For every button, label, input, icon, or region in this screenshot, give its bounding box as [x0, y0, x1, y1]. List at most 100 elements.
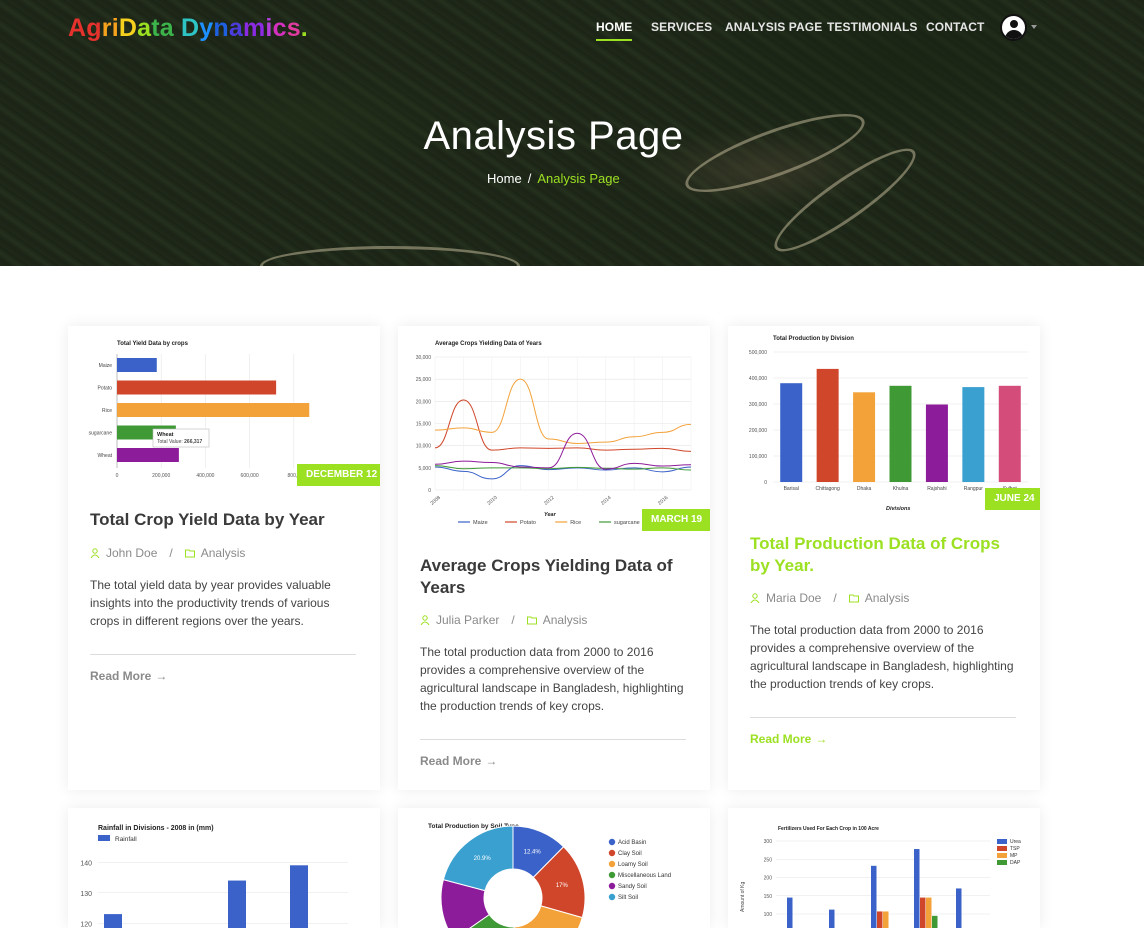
bar — [920, 897, 926, 928]
nav-contact[interactable]: CONTACT — [926, 20, 984, 34]
site-logo[interactable]: AgriData Dynamics. — [68, 14, 308, 43]
chevron-down-icon[interactable] — [1031, 25, 1037, 29]
nav-home[interactable]: HOME — [596, 20, 633, 41]
post-card: Total Production by Division 0 100,000 200… — [728, 326, 1040, 790]
read-more-link[interactable]: Read More → — [90, 669, 167, 683]
card-meta: John Doe / Analysis — [90, 546, 245, 560]
page-title: Analysis Page — [423, 114, 684, 158]
x-tick-label: Khulna — [893, 486, 909, 492]
y-tick-label: 5,000 — [418, 466, 431, 472]
folder-icon — [848, 594, 859, 603]
logo-letter: D — [118, 14, 138, 42]
card-meta: Maria Doe / Analysis — [750, 591, 909, 605]
bar — [816, 368, 839, 482]
x-tick-label: Chittagong — [816, 486, 840, 492]
legend-label: MP — [1010, 853, 1018, 859]
card-category[interactable]: Analysis — [543, 613, 588, 627]
card-description: The total production data from 2000 to 2… — [750, 623, 1014, 691]
breadcrumb-home[interactable]: Home — [487, 171, 522, 186]
legend-label: DAP — [1010, 860, 1021, 866]
boat-decor — [260, 246, 520, 266]
folder-icon — [526, 616, 537, 625]
card-author[interactable]: Maria Doe — [766, 591, 821, 605]
arrow-right-icon: → — [485, 754, 498, 768]
series-line — [434, 399, 692, 452]
divider — [750, 717, 1016, 718]
y-tick-label: 200 — [764, 876, 773, 882]
legend-label: Clay Soil — [618, 851, 642, 857]
card-description: The total yield data by year provides va… — [90, 578, 331, 628]
x-tick-label: 2008 — [429, 495, 442, 507]
legend-label: Acid Basin — [618, 840, 646, 846]
x-tick-label: 400,000 — [196, 473, 214, 479]
legend-swatch — [608, 838, 616, 846]
y-tick-label: 30,000 — [416, 355, 432, 361]
read-more-link[interactable]: Read More → — [420, 754, 497, 768]
bar — [889, 385, 912, 482]
logo-letter: a — [159, 14, 174, 42]
logo-letter: a — [228, 14, 243, 42]
card-category[interactable]: Analysis — [201, 546, 246, 560]
y-tick-label: 130 — [80, 891, 92, 898]
legend-label: sugarcane — [614, 520, 640, 526]
user-circle-icon[interactable] — [1000, 14, 1027, 41]
x-tick-label: 2016 — [657, 495, 670, 507]
x-tick-label: Barisal — [784, 486, 799, 492]
legend-swatch — [997, 839, 1007, 844]
y-tick-label: 25,000 — [416, 377, 432, 383]
card-author[interactable]: Julia Parker — [436, 613, 499, 627]
y-tick-label: 500,000 — [749, 350, 767, 356]
arrow-right-icon: → — [815, 732, 828, 746]
x-tick-label: 0 — [116, 473, 119, 479]
legend-swatch — [608, 871, 616, 879]
bar — [998, 385, 1021, 482]
card-title[interactable]: Average Crops Yielding Data of Years — [420, 555, 690, 599]
y-tick-label: 400,000 — [749, 376, 767, 382]
read-more-link[interactable]: Read More → — [750, 732, 827, 746]
logo-letter: g — [86, 14, 102, 42]
nav-services[interactable]: SERVICES — [651, 20, 712, 34]
logo-letter: t — [151, 14, 160, 42]
series-line — [434, 432, 692, 470]
user-icon — [750, 593, 760, 603]
breadcrumb-separator: / — [527, 171, 532, 186]
legend-label: Miscellaneous Land — [618, 873, 671, 879]
legend-label: Urea — [1010, 839, 1021, 845]
y-tick-label: 250 — [764, 857, 773, 863]
logo-letter: i — [111, 14, 119, 42]
nav-analysis-page[interactable]: ANALYSIS PAGE — [725, 20, 822, 34]
card-author[interactable]: John Doe — [106, 546, 157, 560]
bar — [914, 849, 920, 928]
date-badge: DECEMBER 12 — [297, 464, 380, 486]
card-title[interactable]: Total Production Data of Crops by Year. — [750, 533, 1020, 577]
logo-letter: i — [265, 14, 273, 42]
bar — [104, 914, 122, 928]
x-tick-label: 2014 — [600, 495, 613, 507]
divider — [420, 739, 686, 740]
bar — [117, 380, 277, 395]
x-tick-label: 2010 — [486, 495, 499, 507]
logo-letter: r — [101, 14, 112, 42]
division-bar-chart: Total Production by Division 0 100,000 200… — [728, 326, 1040, 512]
card-category[interactable]: Analysis — [865, 591, 910, 605]
date-badge: JUNE 24 — [985, 488, 1040, 510]
bar — [932, 915, 938, 928]
rainfall-bar-chart: Rainfall in Divisions - 2008 in (mm) Rai… — [68, 808, 380, 928]
x-tick-label: 200,000 — [152, 473, 170, 479]
slice-label: 17% — [556, 883, 569, 889]
nav-testimonials[interactable]: TESTIMONIALS — [827, 20, 918, 34]
slice-label: 12.4% — [524, 849, 542, 855]
divider — [90, 654, 356, 655]
x-tick-label: 600,000 — [241, 473, 259, 479]
user-icon — [90, 548, 100, 558]
legend-swatch — [608, 893, 616, 901]
fertilizer-bar-chart: Fertilizers Used For Each Crop in 100 Ac… — [728, 808, 1040, 928]
card-title[interactable]: Total Crop Yield Data by Year — [90, 509, 360, 531]
logo-letter: m — [242, 14, 266, 42]
breadcrumb: Home / Analysis Page — [487, 171, 620, 186]
bar — [780, 383, 803, 482]
legend-swatch — [997, 846, 1007, 851]
bar — [829, 909, 835, 928]
y-tick-label: 20,000 — [416, 399, 432, 405]
post-card: Fertilizers Used For Each Crop in 100 Ac… — [728, 808, 1040, 928]
